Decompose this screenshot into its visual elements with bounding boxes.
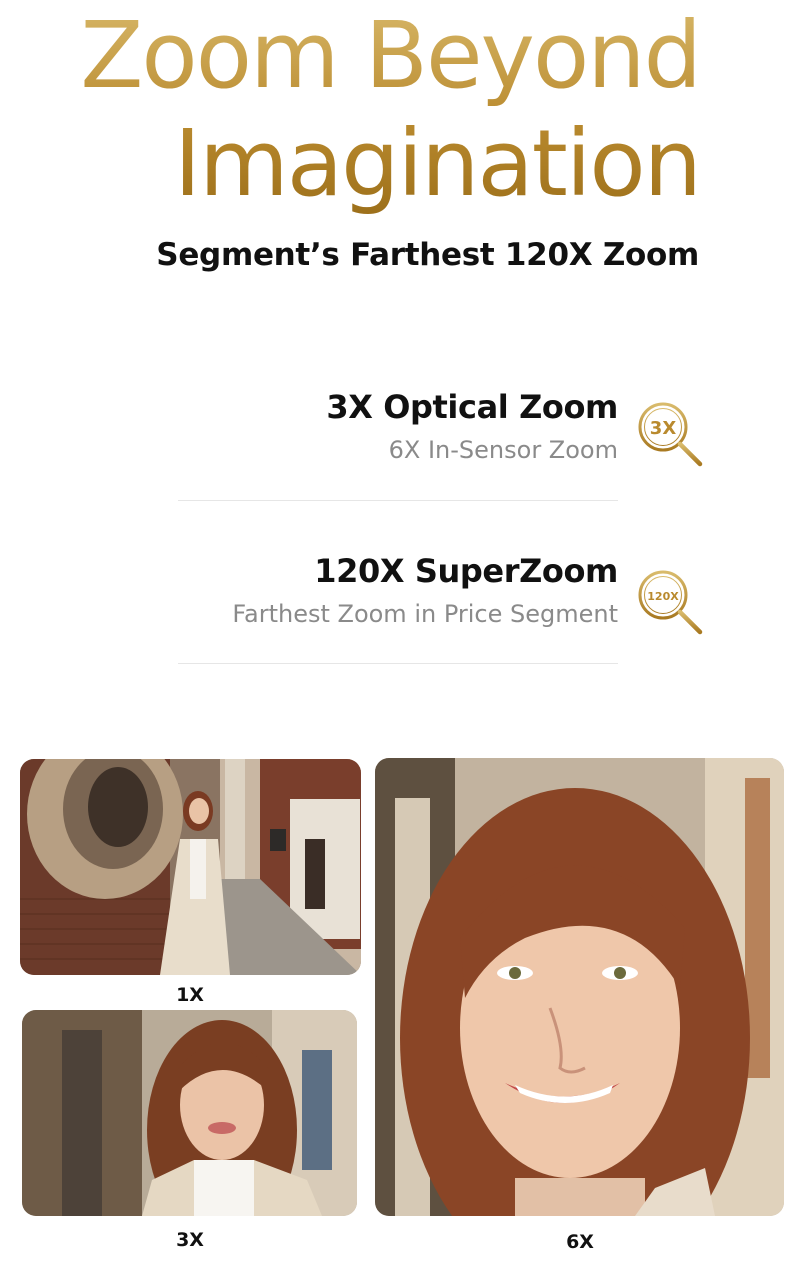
badge-text: 3X: [650, 418, 677, 439]
feature-superzoom: 120X SuperZoom Farthest Zoom in Price Se…: [178, 549, 618, 664]
photo-caption-1x: 1X: [176, 984, 204, 1006]
hero-subtitle: Segment’s Farthest 120X Zoom: [156, 237, 699, 273]
sample-photo-1x: [20, 759, 361, 975]
sample-photo-6x: [375, 758, 784, 1216]
hero-title-line2: Imagination: [173, 110, 700, 217]
sample-photo-3x: [22, 1010, 357, 1216]
magnifier-120x-icon: 120X: [636, 568, 706, 638]
feature-title: 3X Optical Zoom: [326, 388, 618, 426]
feature-description: Farthest Zoom in Price Segment: [232, 600, 618, 628]
hero-title: Zoom Beyond Imagination: [80, 2, 700, 218]
hero-title-line1: Zoom Beyond: [80, 2, 700, 109]
magnifier-3x-icon: 3X: [636, 400, 706, 470]
badge-text: 120X: [647, 590, 679, 603]
photo-caption-3x: 3X: [176, 1229, 204, 1251]
feature-optical-zoom: 3X Optical Zoom 6X In-Sensor Zoom: [178, 385, 618, 501]
photo-caption-6x: 6X: [566, 1231, 594, 1253]
feature-description: 6X In-Sensor Zoom: [388, 436, 618, 464]
feature-title: 120X SuperZoom: [314, 552, 618, 590]
